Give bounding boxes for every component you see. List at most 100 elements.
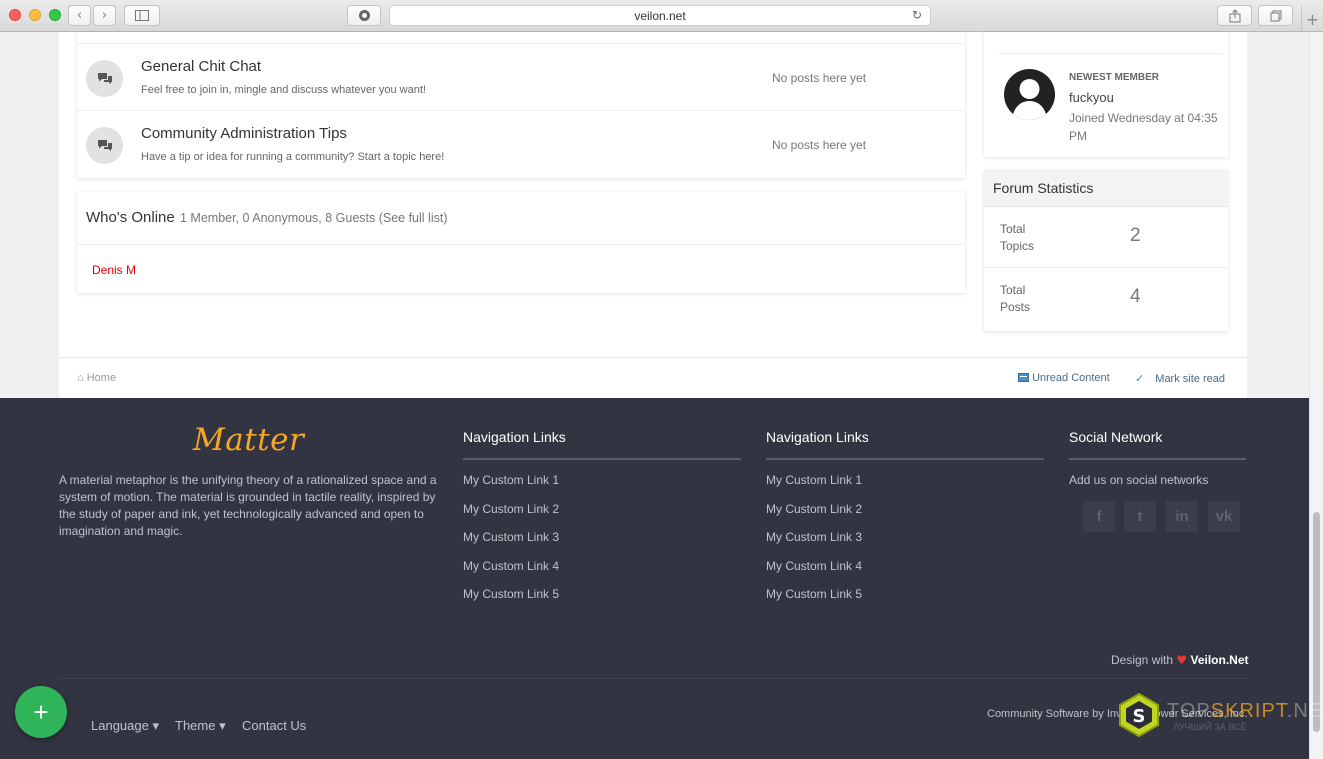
newest-member-name[interactable]: fuckyou: [1069, 90, 1114, 105]
share-icon: [1229, 8, 1240, 22]
svg-text:S: S: [1133, 706, 1146, 727]
stat-row: Total Topics 2: [984, 207, 1228, 268]
divider: [999, 53, 1222, 54]
stat-value: 2: [1130, 225, 1141, 246]
forum-title[interactable]: General Chit Chat: [141, 58, 261, 75]
privacy-shield-button[interactable]: [347, 5, 381, 26]
forum-description: Have a tip or idea for running a communi…: [141, 151, 445, 163]
stat-value: 4: [1130, 286, 1141, 307]
newest-member-widget: NEWEST MEMBER fuckyou Joined Wednesday a…: [984, 32, 1228, 157]
footer-link[interactable]: My Custom Link 4: [463, 559, 559, 573]
zoom-window-button[interactable]: [49, 9, 61, 21]
forum-last-post: No posts here yet: [772, 71, 867, 85]
stats-title: Forum Statistics: [993, 180, 1094, 196]
newest-member-label: NEWEST MEMBER: [1069, 72, 1159, 83]
watermark-logo-icon: S: [1119, 693, 1159, 737]
shield-icon: [358, 10, 370, 21]
mark-site-read-link[interactable]: ✓ Mark site read: [1135, 372, 1225, 385]
footer-link[interactable]: My Custom Link 5: [463, 587, 559, 601]
breadcrumb-home-label: Home: [86, 372, 117, 384]
heart-icon: ♥: [1176, 653, 1188, 667]
sidebar-toggle-button[interactable]: [124, 5, 160, 26]
design-credit-brand[interactable]: Veilon.Net: [1190, 653, 1248, 667]
share-button[interactable]: [1217, 5, 1252, 26]
footer-link[interactable]: My Custom Link 1: [766, 473, 862, 487]
forward-button[interactable]: ›: [93, 5, 116, 26]
forum-title[interactable]: Community Administration Tips: [141, 125, 347, 142]
footer-link[interactable]: My Custom Link 5: [766, 587, 862, 601]
forum-list: General Chit Chat Feel free to join in, …: [77, 32, 965, 178]
create-button[interactable]: +: [15, 686, 67, 738]
minimize-window-button[interactable]: [29, 9, 41, 21]
theme-menu[interactable]: Theme ▾: [175, 718, 226, 734]
facebook-icon[interactable]: f: [1083, 501, 1115, 532]
browser-toolbar: ‹ › veilon.net ↻ +: [0, 0, 1323, 32]
footer-link[interactable]: My Custom Link 3: [463, 530, 559, 544]
unread-label: Unread Content: [1032, 372, 1110, 384]
site-footer: Matter A material metaphor is the unifyi…: [0, 398, 1323, 759]
language-menu[interactable]: Language ▾: [91, 718, 159, 734]
footer-link[interactable]: My Custom Link 2: [463, 502, 559, 516]
mark-read-label: Mark site read: [1155, 373, 1225, 385]
divider: [77, 244, 965, 245]
home-icon: ⌂: [77, 372, 84, 384]
newest-member-joined: Joined Wednesday at 04:35 PM: [1069, 111, 1218, 143]
whos-online-title: Who's Online: [86, 209, 175, 226]
new-tab-button[interactable]: +: [1301, 6, 1323, 32]
reload-icon[interactable]: ↻: [912, 8, 922, 22]
divider: [1069, 458, 1246, 460]
unread-icon: [1018, 373, 1029, 382]
watermark-text-c: .NET: [1286, 700, 1323, 722]
online-member-link[interactable]: Denis M: [92, 263, 136, 277]
footer-link[interactable]: My Custom Link 1: [463, 473, 559, 487]
scrollbar-thumb[interactable]: [1313, 512, 1320, 732]
footer-column-title: Navigation Links: [766, 429, 869, 445]
whos-online-summary[interactable]: 1 Member, 0 Anonymous, 8 Guests (See ful…: [180, 211, 447, 225]
watermark-text-b: SKRIPT: [1210, 700, 1287, 722]
sidebar-icon: [135, 10, 149, 21]
forum-description: Feel free to join in, mingle and discuss…: [141, 84, 426, 96]
social-network-title: Social Network: [1069, 429, 1163, 445]
close-window-button[interactable]: [9, 9, 21, 21]
back-button[interactable]: ‹: [68, 5, 91, 26]
social-subtitle: Add us on social networks: [1069, 473, 1209, 487]
url-text: veilon.net: [634, 8, 686, 23]
twitter-icon[interactable]: t: [1124, 501, 1156, 532]
whos-online-panel: Who's Online 1 Member, 0 Anonymous, 8 Gu…: [77, 192, 965, 293]
watermark-subtitle: ЛУЧШИЙ ЗА ВСЁ: [1173, 722, 1247, 732]
stat-label: Total Topics: [1000, 222, 1035, 253]
footer-link[interactable]: My Custom Link 3: [766, 530, 862, 544]
watermark-text: TOPSKRIPT.NET: [1167, 700, 1323, 723]
footer-link[interactable]: My Custom Link 4: [766, 559, 862, 573]
forum-row[interactable]: Community Administration Tips Have a tip…: [77, 110, 965, 177]
design-credit: Design with ♥ Veilon.Net: [1111, 653, 1249, 667]
footer-column-title: Navigation Links: [463, 429, 566, 445]
design-credit-prefix: Design with: [1111, 653, 1174, 667]
footer-logo[interactable]: Matter: [193, 422, 304, 458]
breadcrumb: ⌂ Home Unread Content ✓ Mark site read: [59, 357, 1247, 398]
page-scrollbar[interactable]: [1309, 32, 1323, 759]
linkedin-icon[interactable]: in: [1166, 501, 1198, 532]
footer-about-text: A material metaphor is the unifying theo…: [59, 473, 437, 538]
forum-chat-icon: [86, 127, 123, 164]
footer-link[interactable]: My Custom Link 2: [766, 502, 862, 516]
forum-statistics-widget: Forum Statistics Total Topics 2 Total Po…: [984, 170, 1228, 331]
forum-row[interactable]: General Chit Chat Feel free to join in, …: [77, 43, 965, 110]
divider: [463, 458, 741, 460]
unread-content-link[interactable]: Unread Content: [1018, 372, 1110, 384]
watermark-text-a: TOP: [1167, 700, 1211, 722]
stat-row: Total Posts 4: [984, 268, 1228, 329]
breadcrumb-home[interactable]: ⌂ Home: [77, 372, 116, 384]
stat-label: Total Posts: [1000, 283, 1031, 314]
address-bar[interactable]: veilon.net ↻: [389, 5, 931, 26]
forum-last-post: No posts here yet: [772, 138, 867, 152]
stats-header: Forum Statistics: [984, 170, 1228, 207]
avatar[interactable]: [1004, 69, 1055, 120]
tabs-overview-button[interactable]: [1258, 5, 1293, 26]
contact-us-link[interactable]: Contact Us: [242, 718, 306, 733]
tabs-icon: [1270, 10, 1281, 21]
forum-chat-icon: [86, 60, 123, 97]
vk-icon[interactable]: vk: [1208, 501, 1240, 532]
check-icon: ✓: [1135, 372, 1145, 385]
divider: [766, 458, 1044, 460]
